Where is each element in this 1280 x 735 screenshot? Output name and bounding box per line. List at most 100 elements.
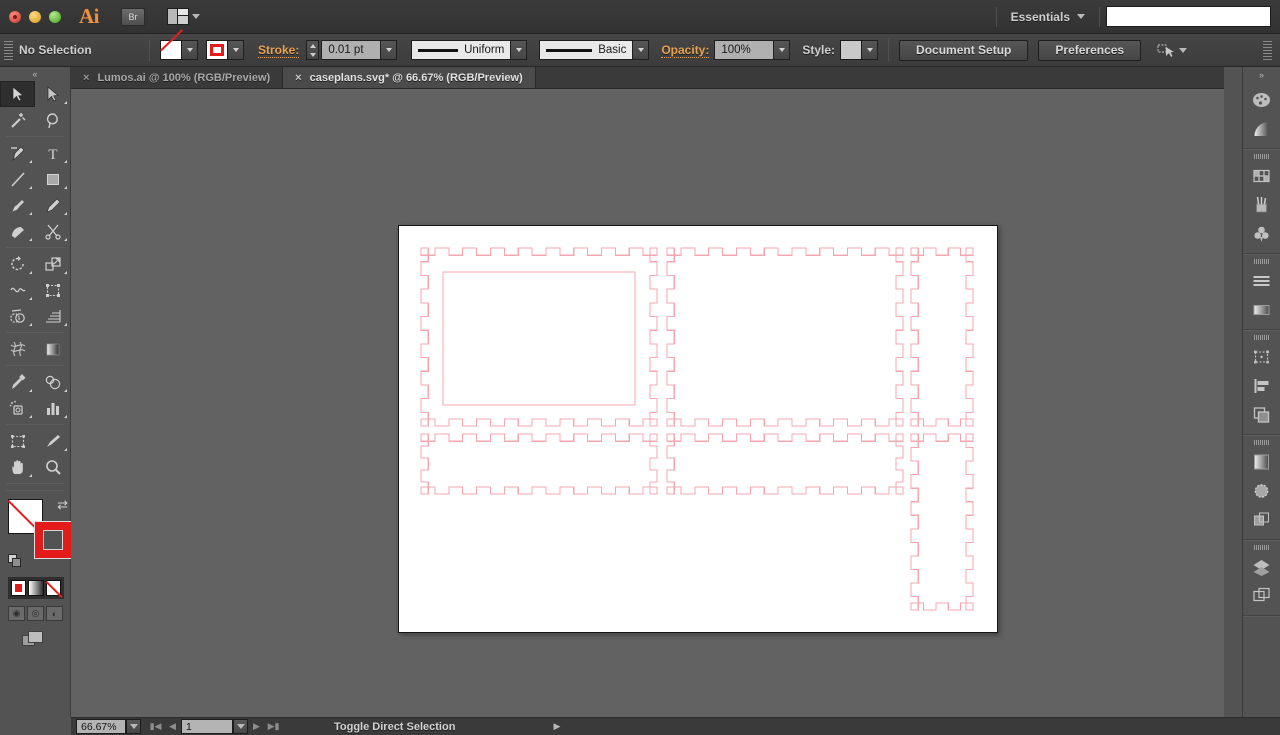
artwork-laser-cut-panels[interactable] xyxy=(399,226,999,634)
fill-dropdown-button[interactable] xyxy=(182,40,198,60)
hand-tool[interactable] xyxy=(0,454,35,480)
dock-group-grip[interactable] xyxy=(1243,543,1280,552)
draw-behind-button[interactable]: ◎ xyxy=(27,606,44,621)
gradient-mode-button[interactable] xyxy=(28,580,44,596)
fill-control[interactable] xyxy=(160,40,198,60)
previous-artboard-button[interactable]: ◀ xyxy=(164,719,181,735)
width-tool[interactable] xyxy=(0,277,35,303)
mesh-tool[interactable] xyxy=(0,336,35,362)
align-panel-button[interactable] xyxy=(1243,371,1280,400)
shape-builder-tool[interactable] xyxy=(0,303,35,329)
opacity-label[interactable]: Opacity: xyxy=(661,43,710,58)
minimize-window-button[interactable] xyxy=(29,10,41,23)
scale-tool[interactable] xyxy=(35,251,70,277)
stroke-profile-dropdown-button[interactable] xyxy=(511,40,528,60)
bridge-button[interactable]: Br xyxy=(121,7,145,26)
graphic-style-swatch[interactable] xyxy=(840,40,863,60)
artboards-panel-button[interactable] xyxy=(1243,581,1280,610)
window-controls[interactable] xyxy=(9,10,61,23)
panel-outline[interactable] xyxy=(420,247,658,427)
free-transform-tool[interactable] xyxy=(35,277,70,303)
stroke-weight-stepper[interactable] xyxy=(306,40,320,60)
direct-selection-tool[interactable] xyxy=(35,81,70,107)
rotate-tool[interactable] xyxy=(0,251,35,277)
blob-brush-tool[interactable] xyxy=(0,218,35,244)
control-bar-grip[interactable] xyxy=(4,40,13,60)
stroke-weight-dropdown-button[interactable] xyxy=(381,40,398,60)
close-icon[interactable]: × xyxy=(83,72,89,84)
gradient-tool[interactable] xyxy=(35,336,70,362)
zoom-tool[interactable] xyxy=(35,454,70,480)
dock-expand-icon[interactable]: » xyxy=(1243,67,1280,82)
stroke-swatch-large[interactable] xyxy=(34,521,72,559)
lasso-tool[interactable] xyxy=(35,107,70,133)
artboard-tool[interactable] xyxy=(0,428,35,454)
arrange-documents-button[interactable] xyxy=(167,8,200,25)
scissors-tool[interactable] xyxy=(35,218,70,244)
artboard-dropdown-button[interactable] xyxy=(233,719,248,734)
type-tool[interactable]: T xyxy=(35,140,70,166)
selection-tool[interactable] xyxy=(0,81,35,107)
rectangle-tool[interactable] xyxy=(35,166,70,192)
stroke-swatch[interactable] xyxy=(206,40,228,60)
status-menu-button[interactable]: ▶ xyxy=(553,721,560,732)
dock-group-grip[interactable] xyxy=(1243,333,1280,342)
document-tab-caseplans[interactable]: × caseplans.svg* @ 66.67% (RGB/Preview) xyxy=(283,67,536,88)
brush-dropdown-button[interactable] xyxy=(633,40,650,60)
color-panel-button[interactable] xyxy=(1243,85,1280,114)
select-similar-button[interactable] xyxy=(1157,43,1188,58)
stroke-control[interactable] xyxy=(206,40,244,60)
layers-panel-button[interactable] xyxy=(1243,552,1280,581)
artboard-number-field[interactable]: 1 xyxy=(181,719,233,734)
transform-panel-button[interactable] xyxy=(1243,342,1280,371)
first-artboard-button[interactable]: ▮◀ xyxy=(147,719,164,735)
symbol-sprayer-tool[interactable] xyxy=(0,395,35,421)
tools-panel-collapse-icon[interactable]: « xyxy=(0,67,70,81)
gradient-panel-button[interactable] xyxy=(1243,295,1280,324)
document-tab-lumos[interactable]: × Lumos.ai @ 100% (RGB/Preview) xyxy=(71,67,284,88)
graphic-styles-panel-button[interactable] xyxy=(1243,505,1280,534)
color-guide-panel-button[interactable] xyxy=(1243,114,1280,143)
opacity-field[interactable]: 100% xyxy=(714,40,775,60)
line-segment-tool[interactable] xyxy=(0,166,35,192)
document-setup-button[interactable]: Document Setup xyxy=(899,39,1029,61)
zoom-window-button[interactable] xyxy=(49,10,61,23)
close-window-button[interactable] xyxy=(9,10,21,23)
swap-fill-stroke-icon[interactable]: ⇄ xyxy=(57,497,68,513)
next-artboard-button[interactable]: ▶ xyxy=(248,719,265,735)
stroke-weight-label[interactable]: Stroke: xyxy=(258,43,300,58)
none-mode-button[interactable] xyxy=(45,580,61,596)
brushes-panel-button[interactable] xyxy=(1243,190,1280,219)
stroke-panel-button[interactable] xyxy=(1243,266,1280,295)
zoom-level-dropdown-button[interactable] xyxy=(126,719,141,734)
pencil-tool[interactable] xyxy=(35,192,70,218)
preferences-button[interactable]: Preferences xyxy=(1038,39,1142,61)
inner-window-cut[interactable] xyxy=(442,271,636,406)
last-artboard-button[interactable]: ▶▮ xyxy=(265,719,282,735)
zoom-level-field[interactable]: 66.67% xyxy=(76,719,126,734)
draw-inside-button[interactable]: ◐ xyxy=(46,606,63,621)
stroke-weight-field[interactable]: 0.01 pt xyxy=(321,40,382,60)
workspace-switcher[interactable]: Essentials xyxy=(997,10,1099,24)
paintbrush-tool[interactable] xyxy=(0,192,35,218)
slice-tool[interactable] xyxy=(35,428,70,454)
magic-wand-tool[interactable] xyxy=(0,107,35,133)
eyedropper-tool[interactable] xyxy=(0,369,35,395)
canvas-area[interactable] xyxy=(71,89,1224,717)
opacity-dropdown-button[interactable] xyxy=(774,40,791,60)
blend-tool[interactable] xyxy=(35,369,70,395)
search-input[interactable] xyxy=(1106,6,1271,27)
color-mode-button[interactable] xyxy=(11,580,27,596)
swatches-panel-button[interactable] xyxy=(1243,161,1280,190)
pathfinder-panel-button[interactable] xyxy=(1243,400,1280,429)
default-fill-stroke-icon[interactable] xyxy=(8,554,23,569)
dock-group-grip[interactable] xyxy=(1243,152,1280,161)
panel-outline[interactable] xyxy=(666,433,904,495)
stroke-profile-field[interactable]: Uniform xyxy=(411,40,512,60)
control-bar-overflow[interactable] xyxy=(1263,40,1272,60)
pen-tool[interactable] xyxy=(0,140,35,166)
artboard[interactable] xyxy=(398,225,998,633)
panel-outline[interactable] xyxy=(666,247,904,427)
panel-outline[interactable] xyxy=(420,433,658,495)
style-dropdown-button[interactable] xyxy=(862,40,879,60)
